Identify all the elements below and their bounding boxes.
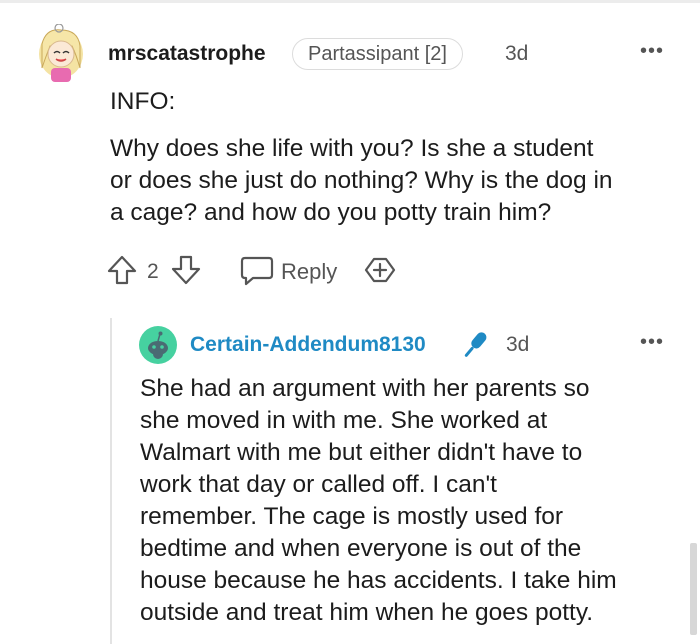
comment-timestamp: 3d [505, 42, 529, 65]
more-options-icon[interactable]: ••• [640, 41, 664, 61]
comment-username[interactable]: mrscatastrophe [108, 42, 266, 66]
reply-body-line: work that day or called off. I can't [140, 471, 497, 498]
reply-button[interactable]: Reply [281, 259, 337, 285]
reply-body-line: She had an argument with her parents so [140, 375, 590, 402]
microphone-icon [464, 332, 487, 357]
reply-body: She had an argument with her parents so … [140, 373, 617, 629]
reply-avatar[interactable] [139, 326, 177, 364]
avatar[interactable] [36, 23, 86, 84]
reply-body-line: Walmart with me but either didn't have t… [140, 439, 583, 466]
snoo-avatar-icon [139, 326, 177, 364]
cartoon-avatar-icon [39, 23, 83, 82]
reply-body-line: bedtime and when everyone is out of the [140, 535, 582, 562]
top-divider [0, 0, 700, 3]
scrollbar[interactable] [690, 543, 697, 635]
downvote-icon[interactable] [169, 253, 203, 287]
reply-body-line: outside and treat him when he goes potty… [140, 599, 594, 626]
reply-username[interactable]: Certain-Addendum8130 [190, 333, 426, 357]
reply-bubble-icon[interactable] [239, 253, 275, 287]
reply-more-options-icon[interactable]: ••• [640, 332, 664, 352]
comment-actions-bar: 2 Reply [105, 253, 405, 289]
reply-body-line: she moved in with me. She worked at [140, 407, 548, 434]
user-flair-badge: Partassipant [2] [292, 38, 463, 70]
reply-body-line: remember. The cage is mostly used for [140, 503, 564, 530]
reply-timestamp: 3d [506, 333, 530, 356]
thread-line[interactable] [110, 318, 112, 644]
comment-body-line: a cage? and how do you potty train him? [110, 199, 552, 226]
vote-count: 2 [147, 260, 159, 283]
reply-body-line: house because he has accidents. I take h… [140, 567, 617, 594]
upvote-icon[interactable] [105, 253, 139, 287]
comment-body: Why does she life with you? Is she a stu… [110, 133, 670, 229]
comment-info-label: INFO: [110, 88, 176, 115]
comment-body-line: or does she just do nothing? Why is the … [110, 167, 613, 194]
award-icon[interactable] [363, 253, 397, 287]
comment-body-line: Why does she life with you? Is she a stu… [110, 135, 594, 162]
